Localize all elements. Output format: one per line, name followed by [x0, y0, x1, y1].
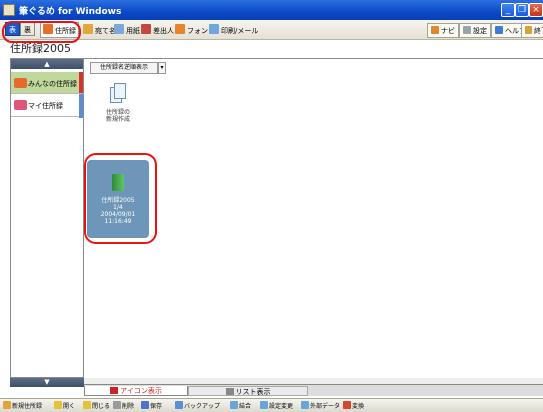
- sidebar-item-label: みんなの住所録: [28, 80, 77, 88]
- person-icon: [141, 24, 151, 34]
- convert-button[interactable]: 変換: [343, 401, 364, 411]
- scroll-up-button[interactable]: ▲: [11, 59, 83, 69]
- envelope-icon: [83, 24, 93, 34]
- list-view-label: リスト表示: [235, 388, 271, 396]
- sidebar-item-my-addressbook[interactable]: マイ住所録: [11, 93, 83, 118]
- new-card-line2: 新規作成: [105, 116, 130, 123]
- settings-label: 設定: [473, 27, 487, 35]
- new-icon: [3, 401, 11, 409]
- delete-button[interactable]: 削除: [113, 401, 134, 411]
- open-button[interactable]: 開く: [54, 401, 75, 411]
- external-data-button[interactable]: 外部データ: [301, 401, 340, 411]
- gear-icon: [463, 26, 471, 34]
- font-icon: [175, 24, 185, 34]
- convert-icon: [343, 401, 351, 409]
- sort-order-button[interactable]: 住所録名逆順表示: [90, 62, 158, 74]
- label: 開く: [63, 403, 76, 410]
- print-mail-label: 印刷/メール: [221, 27, 259, 35]
- app-icon: [3, 4, 15, 16]
- disk-icon: [141, 401, 149, 409]
- label: 変換: [352, 403, 365, 410]
- label: 結合: [239, 403, 252, 410]
- sort-dropdown[interactable]: ▾: [158, 62, 166, 74]
- view-toggle: アイコン表示 リスト表示: [84, 384, 543, 396]
- external-data-icon: [301, 401, 309, 409]
- settings-button[interactable]: 設定: [459, 23, 491, 38]
- trash-icon: [113, 401, 121, 409]
- bottom-toolbar: 新規住所録 開く 閉じる 削除 保存 バックアップ 結合 設定変更 外部データ …: [0, 398, 543, 412]
- window-title: 筆ぐるめ for Windows: [19, 7, 122, 17]
- new-document-icon: [110, 83, 126, 103]
- navi-button[interactable]: ナビ: [427, 23, 459, 38]
- sender-label: 差出人: [153, 27, 174, 35]
- merge-icon: [230, 401, 238, 409]
- minimize-button[interactable]: _: [501, 3, 515, 17]
- printer-icon: [209, 24, 219, 34]
- navi-label: ナビ: [441, 27, 455, 35]
- person-icon: [14, 100, 27, 110]
- new-addressbook-button[interactable]: 新規住所録: [3, 401, 42, 411]
- toolbar: 表裏 住所録 宛て名 用紙 差出人 フォント 印刷/メール ナビ 設定 ヘルプ …: [0, 20, 543, 40]
- folder-open-icon: [54, 401, 62, 409]
- label: 外部データ: [310, 403, 341, 410]
- scroll-down-button[interactable]: ▼: [10, 378, 84, 387]
- save-button[interactable]: 保存: [141, 401, 162, 411]
- sidebar-item-label: マイ住所録: [28, 102, 63, 110]
- label: 設定変更: [269, 403, 294, 410]
- list-view-tab[interactable]: リスト表示: [188, 386, 308, 396]
- label: 削除: [122, 403, 135, 410]
- pencil-icon: [110, 387, 119, 394]
- label: 保存: [150, 403, 163, 410]
- print-mail-button[interactable]: 印刷/メール: [206, 22, 261, 38]
- navi-icon: [431, 26, 439, 34]
- page-title: 住所録2005: [10, 42, 71, 55]
- highlight-oval-card: [84, 153, 157, 244]
- label: バックアップ: [184, 403, 221, 410]
- close-button[interactable]: ×: [529, 3, 543, 17]
- backup-icon: [175, 401, 183, 409]
- people-icon: [14, 78, 27, 88]
- label: 閉じる: [92, 403, 111, 410]
- icon-view-tab[interactable]: アイコン表示: [84, 386, 188, 396]
- close-book-button[interactable]: 閉じる: [83, 401, 110, 411]
- backup-button[interactable]: バックアップ: [175, 401, 220, 411]
- new-addressbook-card[interactable]: 住所録の 新規作成: [86, 75, 150, 143]
- new-card-line1: 住所録の: [105, 109, 130, 116]
- exit-icon: [525, 26, 532, 34]
- list-icon: [225, 388, 234, 395]
- exit-label: 終了: [534, 27, 543, 35]
- category-panel: ▲ みんなの住所録 マイ住所録: [10, 58, 84, 378]
- title-bar: 筆ぐるめ for Windows _ ❐ ×: [0, 0, 543, 20]
- label: 新規住所録: [12, 403, 43, 410]
- setting-icon: [260, 401, 268, 409]
- help-icon: [495, 26, 503, 34]
- restore-button[interactable]: ❐: [515, 3, 529, 17]
- merge-button[interactable]: 結合: [230, 401, 251, 411]
- folder-icon: [83, 401, 91, 409]
- icon-view-label: アイコン表示: [120, 387, 162, 395]
- paper-icon: [114, 24, 124, 34]
- exit-button[interactable]: 終了: [521, 23, 543, 38]
- setting-change-button[interactable]: 設定変更: [260, 401, 293, 411]
